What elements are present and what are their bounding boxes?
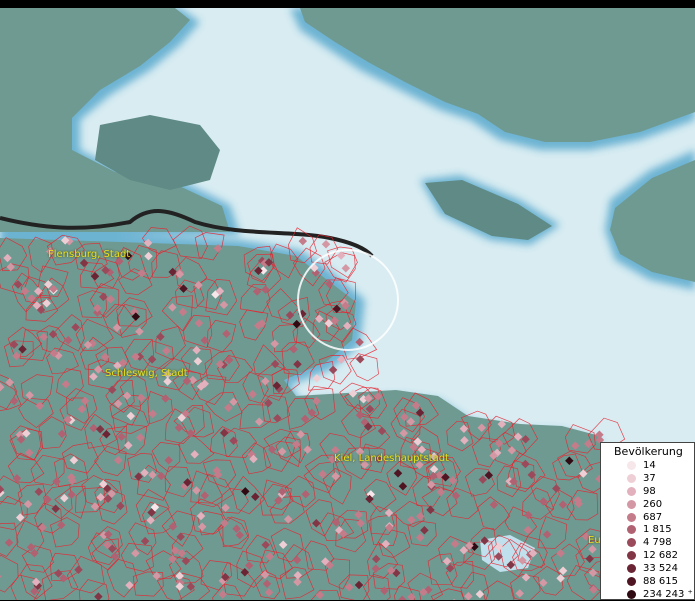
legend-item: 260 bbox=[601, 498, 694, 511]
legend-swatch bbox=[627, 525, 636, 534]
legend-swatch bbox=[627, 551, 636, 560]
legend-label: 98 bbox=[643, 485, 656, 498]
legend-label: 687 bbox=[643, 511, 662, 524]
legend-label: 1 815 bbox=[643, 523, 672, 536]
legend-swatch bbox=[627, 564, 636, 573]
legend-label: 37 bbox=[643, 472, 656, 485]
legend-swatch bbox=[627, 590, 636, 599]
legend-swatch bbox=[627, 500, 636, 509]
population-legend: Bevölkerung 1437982606871 8154 79812 682… bbox=[600, 442, 695, 600]
legend-item: 687 bbox=[601, 511, 694, 524]
city-label-schleswig[interactable]: Schleswig, Stadt bbox=[105, 368, 188, 379]
legend-label: 4 798 bbox=[643, 536, 672, 549]
legend-item: 33 524 bbox=[601, 562, 694, 575]
legend-swatch bbox=[627, 461, 636, 470]
legend-swatch bbox=[627, 487, 636, 496]
map-canvas[interactable] bbox=[0, 0, 695, 600]
legend-title: Bevölkerung bbox=[601, 443, 694, 459]
city-label-eu[interactable]: Eu bbox=[588, 535, 601, 546]
legend-item: 37 bbox=[601, 472, 694, 485]
legend-swatch bbox=[627, 513, 636, 522]
legend-item: 98 bbox=[601, 485, 694, 498]
legend-item: 14 bbox=[601, 459, 694, 472]
legend-label: 33 524 bbox=[643, 562, 678, 575]
legend-label: 14 bbox=[643, 459, 656, 472]
legend-item: 88 615 bbox=[601, 575, 694, 588]
legend-item: 1 815 bbox=[601, 523, 694, 536]
legend-item: 4 798 bbox=[601, 536, 694, 549]
legend-swatch bbox=[627, 538, 636, 547]
legend-label: 88 615 bbox=[643, 575, 678, 588]
legend-item: 234 243 ⁺ bbox=[601, 588, 694, 601]
top-bar bbox=[0, 0, 695, 8]
city-label-kiel[interactable]: Kiel, Landeshauptstadt bbox=[334, 453, 449, 464]
legend-label: 234 243 ⁺ bbox=[643, 588, 693, 601]
city-label-flensburg[interactable]: Flensburg, Stadt bbox=[48, 249, 130, 260]
legend-swatch bbox=[627, 474, 636, 483]
legend-label: 12 682 bbox=[643, 549, 678, 562]
legend-item: 12 682 bbox=[601, 549, 694, 562]
legend-label: 260 bbox=[643, 498, 662, 511]
legend-swatch bbox=[627, 577, 636, 586]
